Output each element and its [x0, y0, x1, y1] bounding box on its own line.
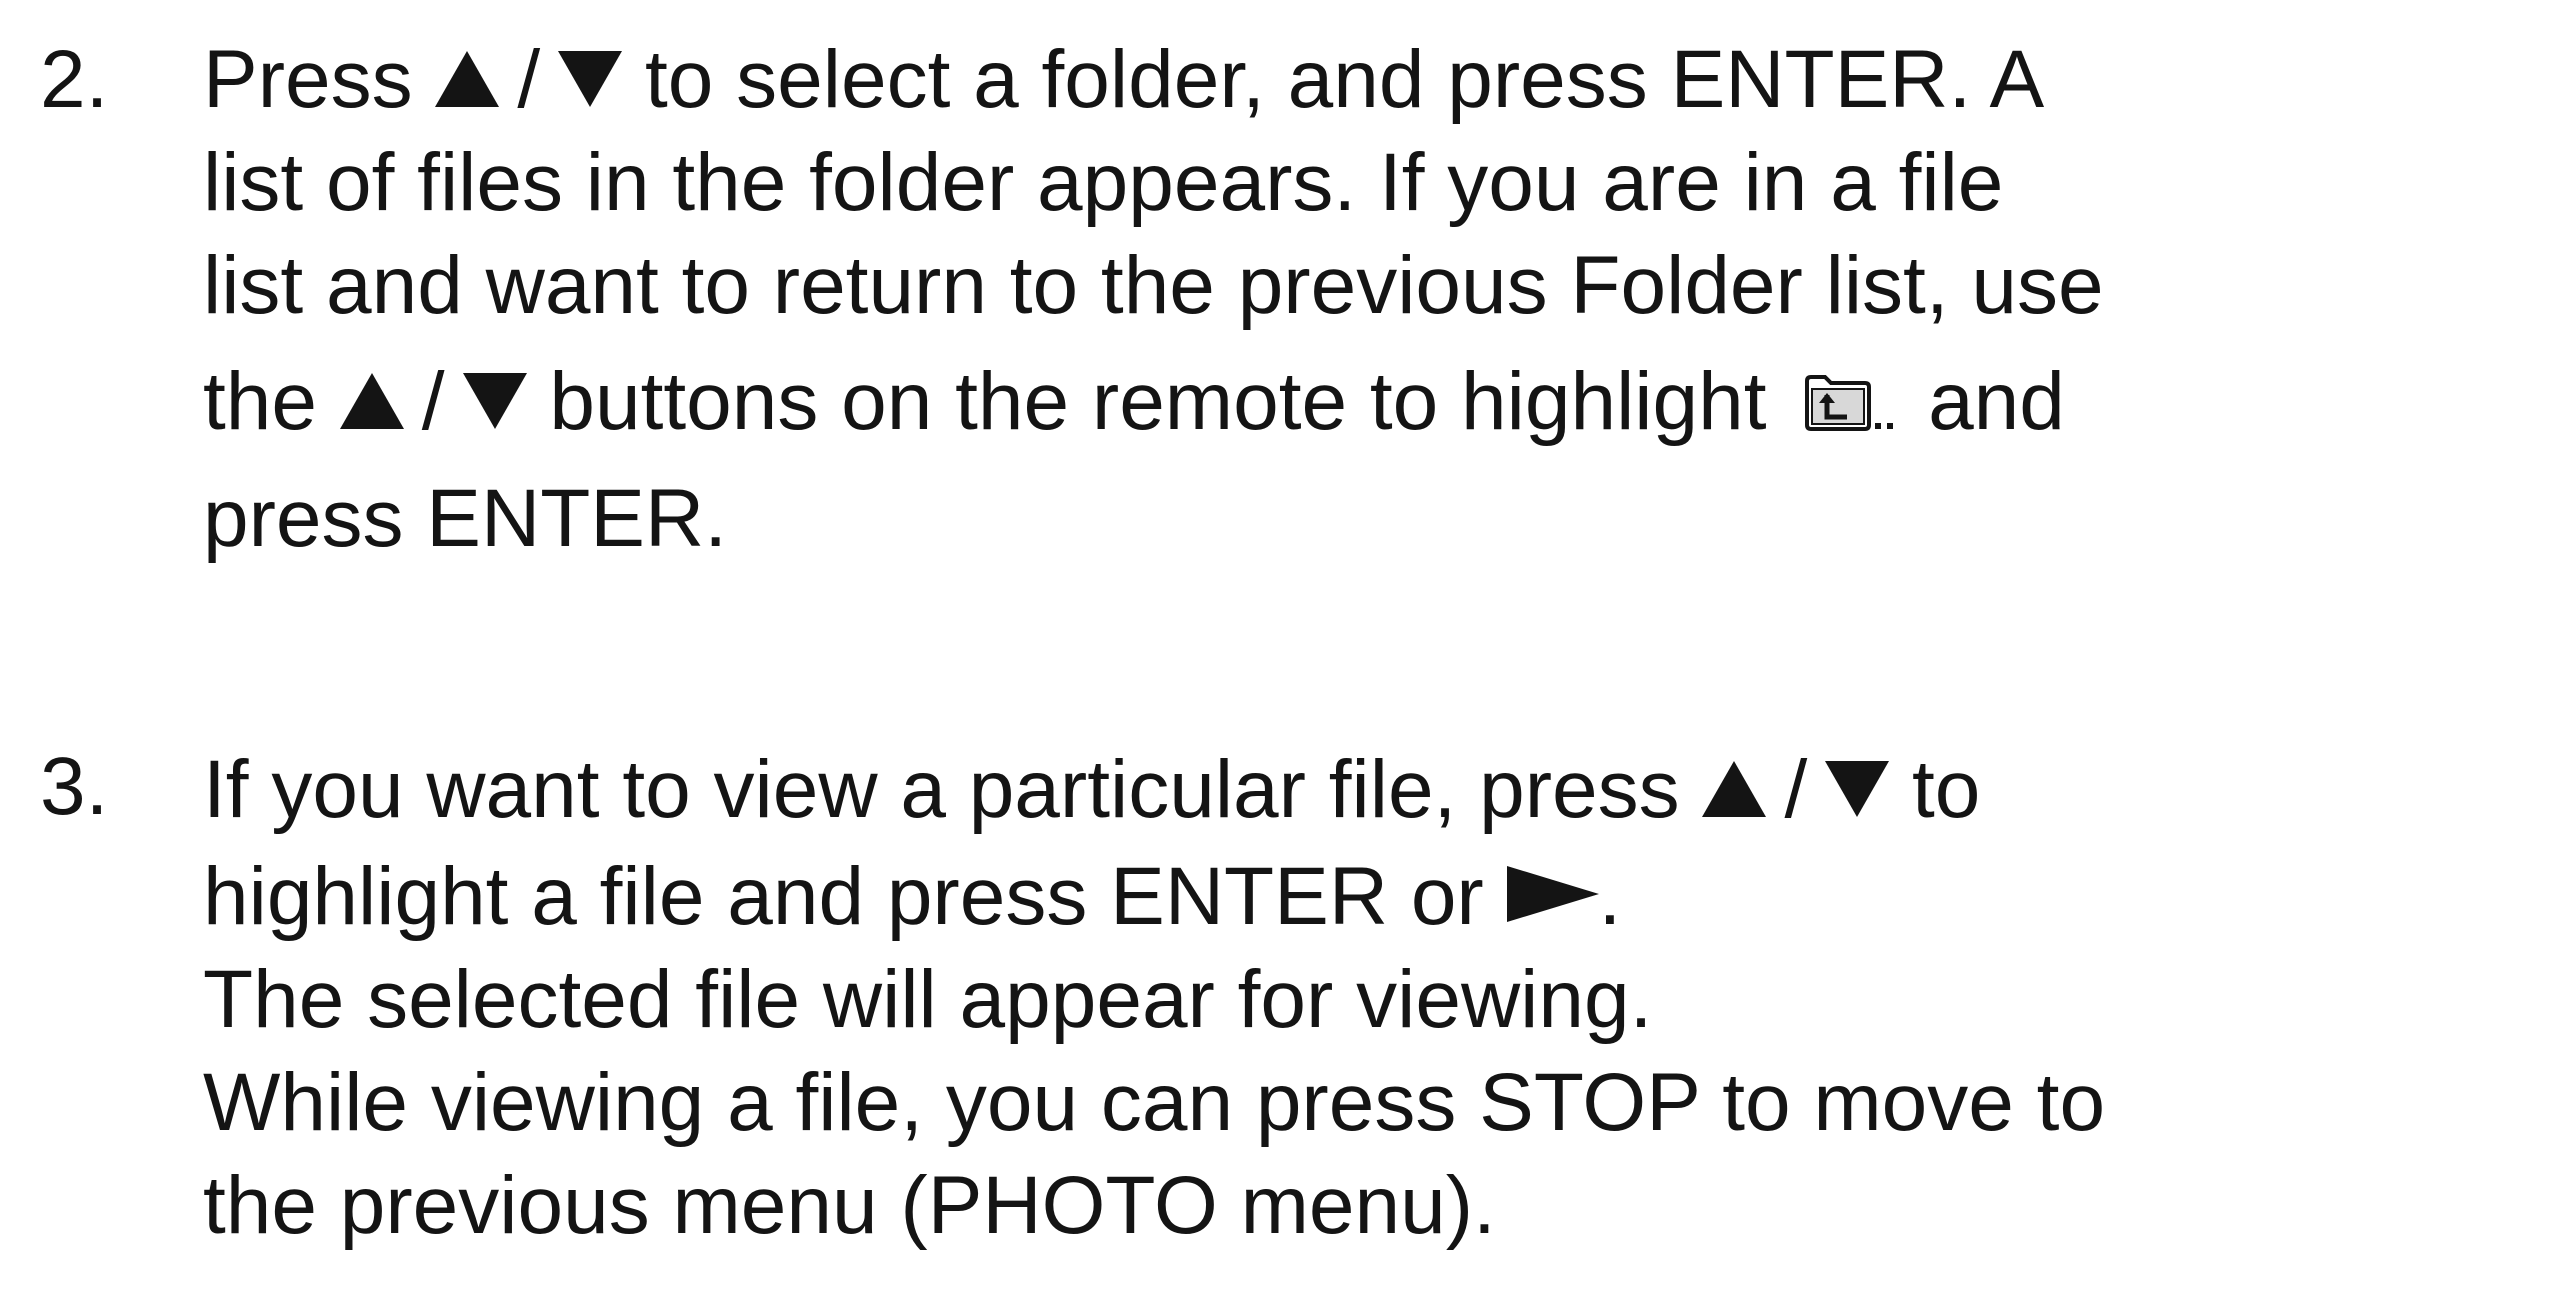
text-segment: Press [203, 34, 436, 125]
play-icon [1506, 866, 1599, 922]
text-line: list of files in the folder appears. If … [203, 137, 2004, 228]
slash-separator: / [1784, 744, 1808, 835]
step-number: 2. [40, 34, 109, 125]
text-line: the previous menu (PHOTO menu). [203, 1160, 1496, 1251]
up-arrow-icon [1702, 761, 1767, 817]
text-segment: . [1598, 851, 1622, 942]
text-line: list and want to return to the previous … [203, 240, 2104, 331]
text-line: highlight a file and press ENTER or . [203, 845, 2561, 948]
text-segment: the [203, 356, 340, 447]
text-segment: to [1889, 744, 1981, 835]
text-segment: highlight a file and press ENTER or [203, 851, 1507, 942]
text-line: the / buttons on the remote to highlight… [203, 337, 2561, 467]
parent-folder-icon [1805, 375, 1894, 431]
step-3-text: If you want to view a particular file, p… [203, 735, 2561, 1257]
text-line: Press / to select a folder, and press EN… [203, 28, 2561, 131]
text-segment: If you want to view a particular file, p… [203, 744, 1703, 835]
text-line: If you want to view a particular file, p… [203, 735, 2561, 845]
text-line: press ENTER. [203, 473, 727, 564]
text-segment: to select a folder, and press ENTER. A [622, 34, 2045, 125]
manual-page: 2. Press / to select a folder, and press… [0, 0, 2561, 1309]
slash-separator: / [421, 356, 445, 447]
step-number: 3. [40, 741, 109, 832]
down-arrow-icon [462, 373, 527, 429]
up-arrow-icon [435, 51, 500, 107]
text-segment: buttons on the remote to highlight [526, 356, 1790, 447]
text-segment: and [1905, 356, 2065, 447]
text-line: The selected file will appear for viewin… [203, 954, 1653, 1045]
text-line: While viewing a file, you can press STOP… [203, 1057, 2106, 1148]
down-arrow-icon [1825, 761, 1890, 817]
down-arrow-icon [558, 51, 623, 107]
step-2-text: Press / to select a folder, and press EN… [203, 28, 2561, 570]
up-arrow-icon [339, 373, 404, 429]
slash-separator: / [517, 34, 541, 125]
